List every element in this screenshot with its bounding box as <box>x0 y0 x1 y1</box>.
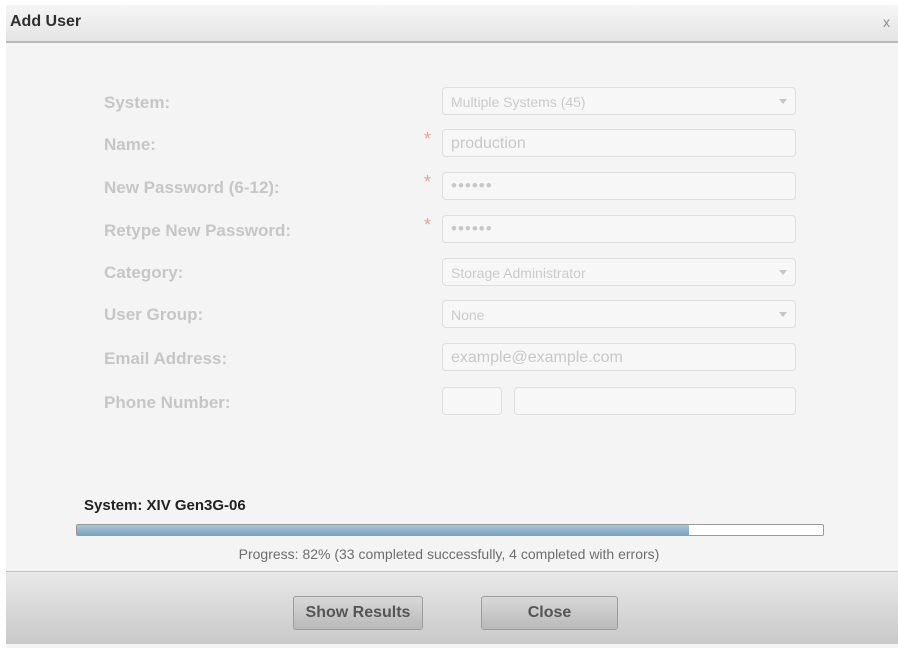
phone-label: Phone Number: <box>104 393 231 412</box>
progress-bar <box>76 524 824 536</box>
close-icon[interactable]: x <box>883 14 890 30</box>
dialog-titlebar: Add User x <box>6 5 898 43</box>
required-marker: * <box>424 172 432 192</box>
new-password-value: •••••• <box>451 176 493 195</box>
chevron-down-icon <box>779 270 787 275</box>
email-input[interactable]: example@example.com <box>442 343 796 371</box>
name-label: Name: <box>104 135 156 154</box>
required-marker: * <box>424 215 432 235</box>
phone-number-input[interactable] <box>514 387 796 415</box>
system-select[interactable]: Multiple Systems (45) <box>442 87 796 115</box>
retype-password-value: •••••• <box>451 219 493 238</box>
chevron-down-icon <box>779 312 787 317</box>
user-group-select-value: None <box>451 307 485 323</box>
user-group-label: User Group: <box>104 305 204 324</box>
user-group-select[interactable]: None <box>442 300 796 328</box>
progress-status-text: Progress: 82% (33 completed successfully… <box>238 546 660 562</box>
progress-bar-fill <box>77 525 689 535</box>
system-select-value: Multiple Systems (45) <box>451 94 586 110</box>
dialog-footer: Show Results Close <box>6 571 898 644</box>
progress-system-label: System: XIV Gen3G-06 <box>84 497 246 514</box>
name-input-value: production <box>451 135 526 152</box>
dialog-title: Add User <box>10 13 82 30</box>
category-select[interactable]: Storage Administrator <box>442 258 796 286</box>
email-label: Email Address: <box>104 349 228 368</box>
category-label: Category: <box>104 263 184 282</box>
new-password-input[interactable]: •••••• <box>442 172 796 200</box>
show-results-button[interactable]: Show Results <box>293 596 423 630</box>
required-marker: * <box>424 129 432 149</box>
retype-password-input[interactable]: •••••• <box>442 215 796 243</box>
category-select-value: Storage Administrator <box>451 265 586 281</box>
system-label: System: <box>104 93 171 112</box>
chevron-down-icon <box>779 99 787 104</box>
email-input-value: example@example.com <box>451 349 623 366</box>
phone-country-code-input[interactable] <box>442 387 502 415</box>
close-button[interactable]: Close <box>481 596 618 630</box>
new-password-label: New Password (6-12): <box>104 178 280 197</box>
name-input[interactable]: production <box>442 129 796 157</box>
retype-password-label: Retype New Password: <box>104 221 292 240</box>
